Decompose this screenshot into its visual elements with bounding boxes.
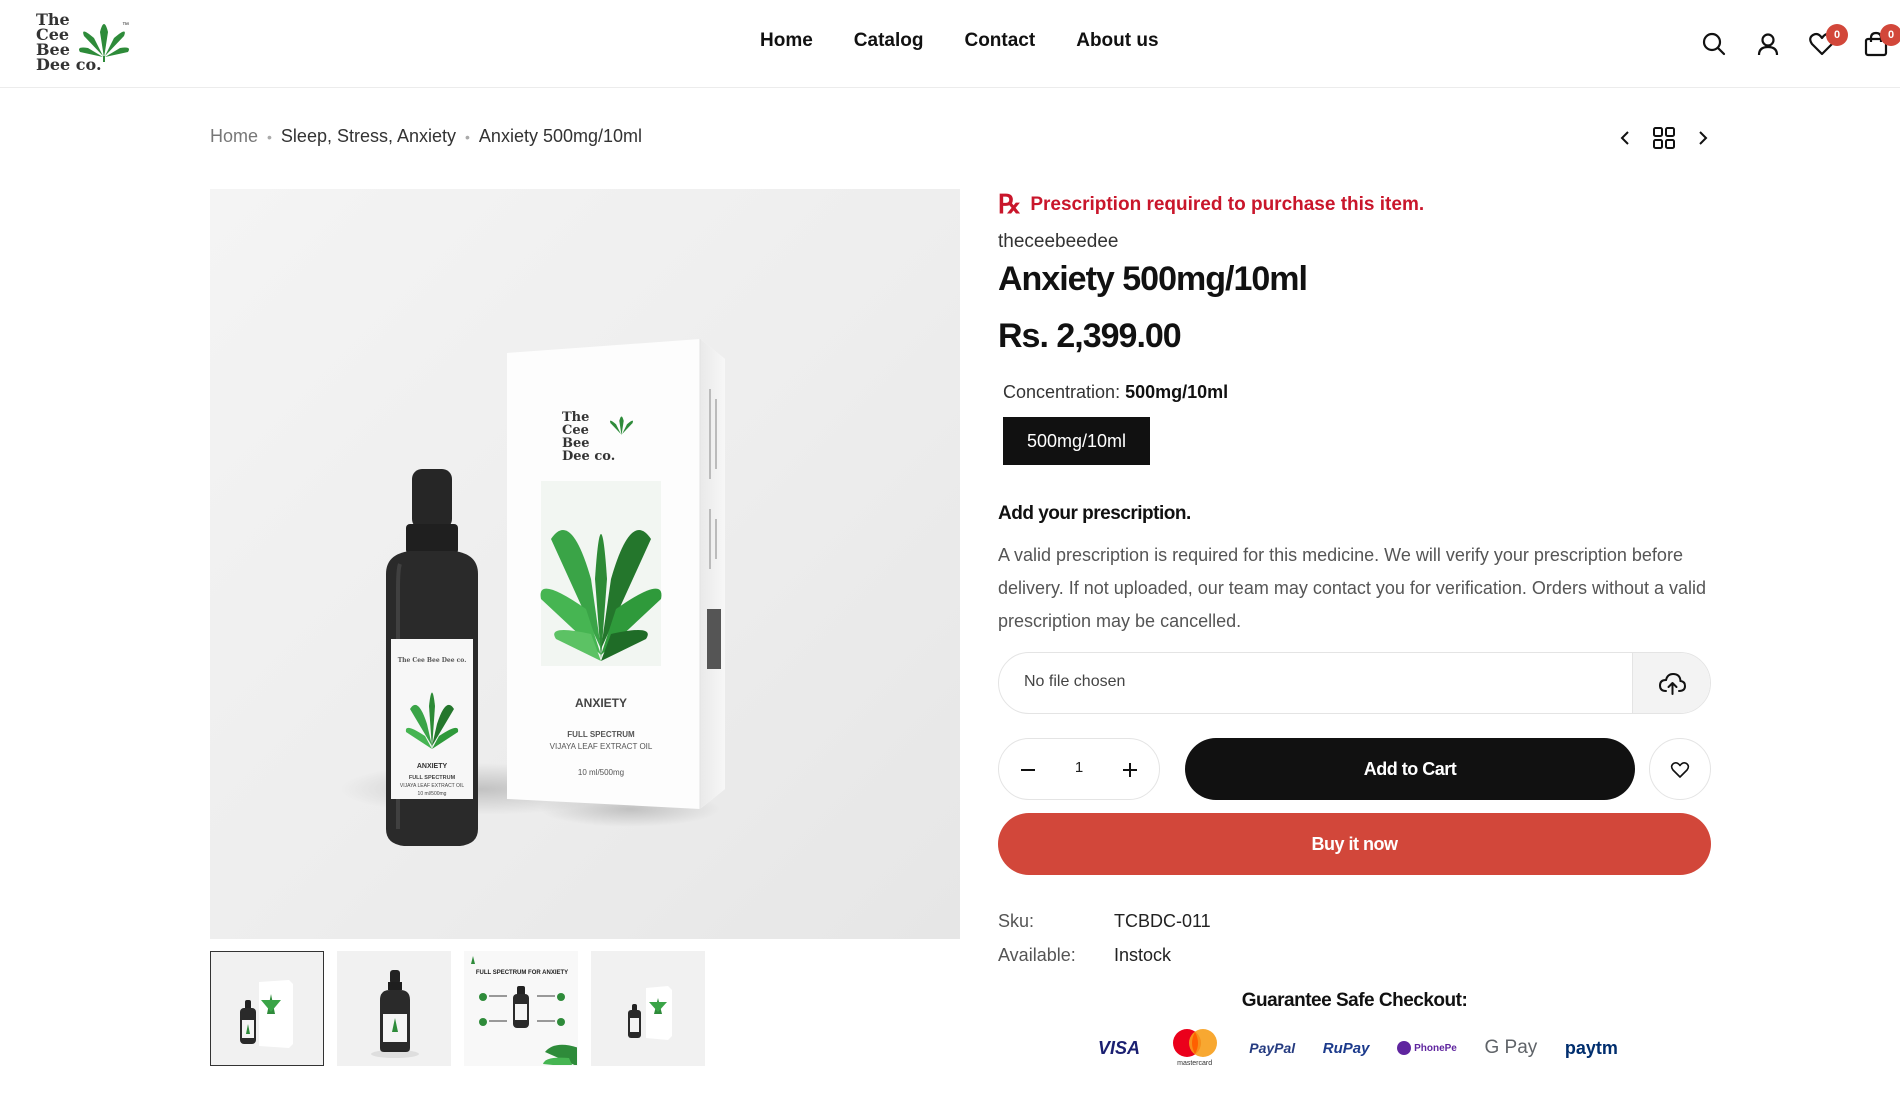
product-meta: Sku: TCBDC-011 Available: Instock [998,904,1211,972]
variant-option-name: Concentration: [1003,382,1121,402]
bottle-volume-label: 10 ml/500mg [418,791,447,797]
prescription-description: A valid prescription is required for thi… [998,545,1707,631]
box-volume-label: 10 ml/500mg [578,768,624,777]
prescription-notice-text: Prescription required to purchase this i… [1030,194,1425,215]
product-main-image[interactable]: The Cee Bee Dee co. ANXIETY FULL SPECTRU… [210,189,960,939]
prescription-heading: Add your prescription. [998,503,1191,524]
main-nav: Home Catalog Contact About us [760,30,1200,52]
variant-option-button[interactable]: 500mg/10ml [1003,417,1151,465]
visa-logo: VISA [1098,1037,1141,1058]
upload-button[interactable] [1632,653,1710,713]
thumbnail-1[interactable] [210,951,324,1066]
phonepe-logo: PhonePe [1397,1041,1457,1055]
box-spectrum-label: FULL SPECTRUM [567,730,635,739]
cart-bag-icon[interactable]: 0 [1862,24,1900,58]
thumbnail-2[interactable] [337,951,451,1066]
wishlist-heart-icon[interactable]: 0 [1808,24,1848,58]
thumbnail-3[interactable]: FULL SPECTRUM FOR ANXIETY [464,951,578,1066]
add-to-wishlist-button[interactable] [1649,738,1711,800]
bottle-product-name: ANXIETY [417,763,448,770]
nav-about-us[interactable]: About us [1076,30,1158,52]
product-info: ℞ Prescription required to purchase this… [998,190,1711,1067]
sku-value: TCBDC-011 [1114,910,1211,931]
box-extract-label: VIJAYA LEAF EXTRACT OIL [550,742,653,751]
nav-catalog[interactable]: Catalog [854,30,924,52]
breadcrumb-home[interactable]: Home [210,126,258,147]
paypal-logo: PayPal [1249,1040,1296,1056]
mastercard-wordmark: mastercard [1177,1060,1213,1067]
cloud-upload-icon [1658,672,1686,695]
quantity-stepper: 1 [998,738,1160,800]
product-photo: The Cee Bee Dee co. ANXIETY FULL SPECTRU… [340,339,725,846]
bottle-spectrum-label: FULL SPECTRUM [409,775,456,781]
quantity-increase-button[interactable] [1113,753,1147,787]
availability-row: Available: Instock [998,938,1211,972]
nav-home[interactable]: Home [760,30,813,52]
grid-icon[interactable] [1652,126,1676,150]
box-product-name: ANXIETY [575,696,627,710]
site-header: The Cee Bee Dee co. ™ Home Catalog Conta… [0,0,1900,88]
phonepe-wordmark: PhonePe [1414,1042,1457,1054]
product-pager [1616,124,1712,152]
breadcrumb: Home • Sleep, Stress, Anxiety • Anxiety … [210,126,642,147]
variant-selected-value: 500mg/10ml [1125,382,1229,402]
breadcrumb-separator: • [465,128,470,145]
chevron-left-icon[interactable] [1616,128,1636,148]
product-title: Anxiety 500mg/10ml [998,260,1308,298]
search-icon[interactable] [1700,30,1728,58]
nav-contact[interactable]: Contact [964,30,1035,52]
sku-row: Sku: TCBDC-011 [998,904,1211,938]
product-vendor[interactable]: theceebeedee [998,231,1711,253]
svg-text:Dee co.: Dee co. [562,449,615,464]
variant-label: Concentration: 500mg/10ml [1003,382,1711,403]
buy-now-button[interactable]: Buy it now [998,813,1711,875]
prescription-notice: ℞ Prescription required to purchase this… [998,190,1711,220]
prescription-file-input[interactable]: No file chosen [998,652,1711,714]
thumbnail-4[interactable] [591,951,705,1066]
account-icon[interactable] [1754,30,1782,58]
mastercard-logo: mastercard [1168,1026,1222,1070]
thumbnail-strip: FULL SPECTRUM FOR ANXIETY [210,951,705,1066]
availability-label: Available: [998,944,1076,965]
heart-icon [1670,762,1690,778]
brand-logo[interactable]: The Cee Bee Dee co. ™ [36,12,132,76]
breadcrumb-current: Anxiety 500mg/10ml [478,126,643,146]
plus-icon [1123,763,1137,777]
chevron-right-icon[interactable] [1692,128,1712,148]
header-actions: 0 0 [1640,0,1900,88]
breadcrumb-category[interactable]: Sleep, Stress, Anxiety [281,126,456,147]
product-price: Rs. 2,399.00 [998,317,1182,355]
rupay-logo: RuPay [1322,1039,1370,1057]
svg-text:The Cee Bee Dee co.: The Cee Bee Dee co. [398,657,467,664]
gpay-logo: G Pay [1484,1037,1538,1058]
sku-label: Sku: [998,910,1035,931]
logo-trademark: ™ [122,22,129,29]
cart-count-badge: 0 [1880,24,1900,46]
breadcrumb-separator: • [267,128,272,145]
rx-icon: ℞ [998,190,1022,220]
guarantee-heading: Guarantee Safe Checkout: [1241,990,1468,1011]
availability-value: Instock [1114,944,1172,965]
wishlist-count-badge: 0 [1826,24,1848,46]
file-status: No file chosen [1024,673,1126,690]
phonepe-icon [1397,1041,1412,1055]
thumbnail-3-title: FULL SPECTRUM FOR ANXIETY [476,970,568,976]
add-to-cart-button[interactable]: Add to Cart [1185,738,1635,800]
payment-methods: VISA mastercard PayPal RuPay PhonePe G P… [1098,1026,1618,1070]
bottle-extract-label: VIJAYA LEAF EXTRACT OIL [400,783,464,789]
paytm-logo: paytm [1564,1037,1618,1058]
